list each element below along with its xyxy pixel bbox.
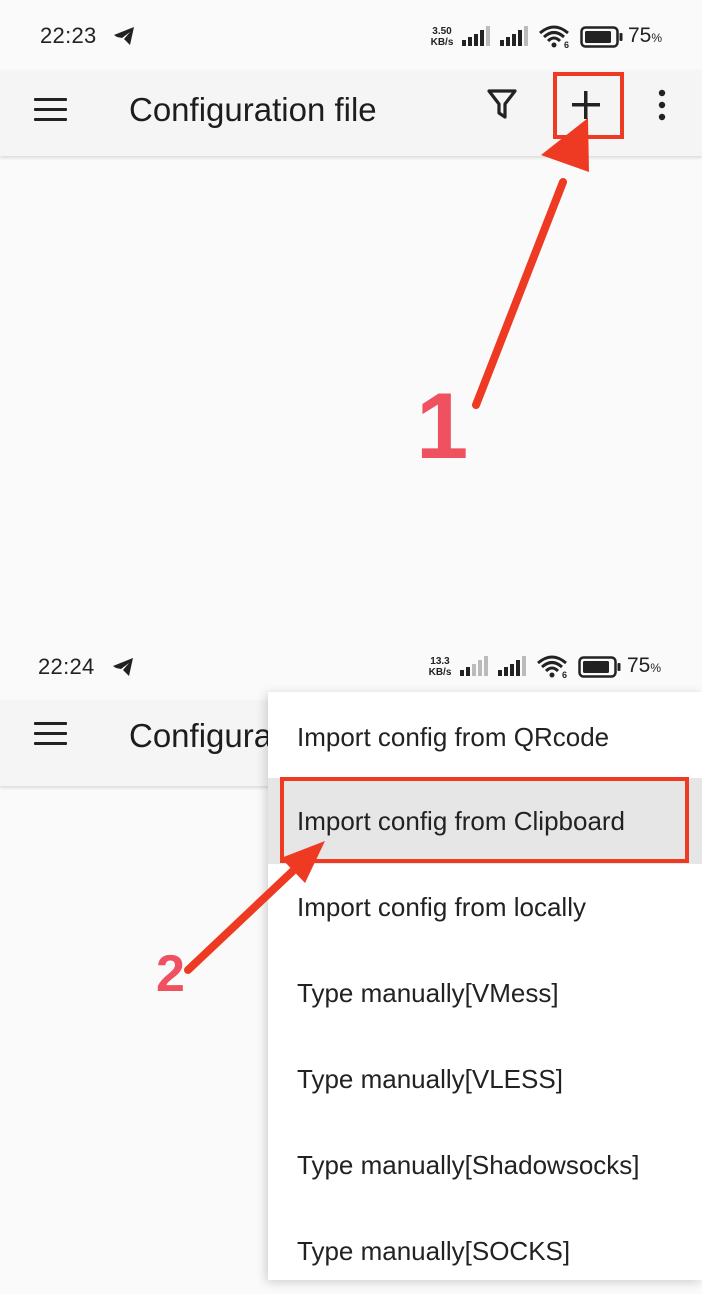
arrow-to-clipboard-item (184, 841, 325, 974)
step-number-2: 2 (156, 945, 185, 1003)
